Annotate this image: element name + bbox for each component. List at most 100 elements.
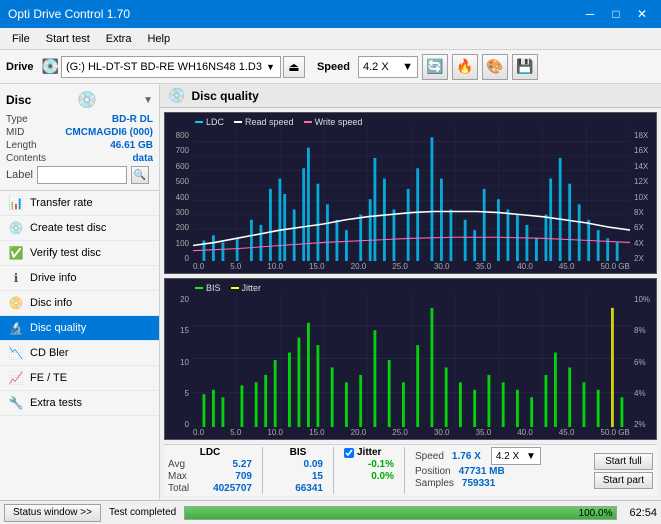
chart1-y-labels-left: 800 700 600 500 400 300 200 100 0: [167, 131, 189, 263]
bis-header: BIS: [273, 447, 323, 458]
samples-row: Samples 759331: [415, 478, 586, 489]
minimize-button[interactable]: ─: [579, 5, 601, 23]
chart1-y-labels-right: 18X 16X 14X 12X 10X 8X 6X 4X 2X: [634, 131, 654, 263]
start-part-button[interactable]: Start part: [594, 472, 653, 489]
sidebar-item-create-test-disc[interactable]: 💿 Create test disc: [0, 216, 159, 241]
ldc-total-value: 4025707: [202, 483, 252, 494]
chart2-y-labels-right: 10% 8% 6% 4% 2%: [634, 295, 654, 429]
main-layout: Disc 💿 ▼ Type BD-R DL MID CMCMAGDI6 (000…: [0, 84, 661, 500]
legend-write-speed: Write speed: [304, 117, 363, 127]
ldc-legend-dot: [195, 121, 203, 123]
ldc-max-row: Max 709: [168, 471, 252, 482]
jitter-checkbox[interactable]: [344, 448, 354, 458]
disc-mid-row: MID CMCMAGDI6 (000): [6, 127, 153, 138]
sidebar: Disc 💿 ▼ Type BD-R DL MID CMCMAGDI6 (000…: [0, 84, 160, 500]
menu-bar: File Start test Extra Help: [0, 28, 661, 50]
jitter-max-value: 0.0%: [344, 471, 394, 482]
drive-label: Drive: [6, 61, 34, 73]
label-input[interactable]: [37, 166, 127, 184]
sidebar-item-drive-info[interactable]: ℹ Drive info: [0, 266, 159, 291]
speed-dropdown-arrow: ▼: [402, 61, 413, 73]
drive-select[interactable]: (G:) HL-DT-ST BD-RE WH16NS48 1.D3 ▼: [61, 56, 281, 78]
speed-select-value: 4.2 X: [496, 451, 519, 462]
type-label: Type: [6, 114, 28, 125]
maximize-button[interactable]: □: [605, 5, 627, 23]
bis-total-row: 66341: [273, 483, 323, 494]
menu-file[interactable]: File: [4, 31, 38, 47]
disc-quality-icon: 🔬: [8, 321, 24, 335]
sidebar-item-extra-tests[interactable]: 🔧 Extra tests: [0, 391, 159, 416]
ldc-avg-row: Avg 5.27: [168, 459, 252, 470]
sidebar-label-cd-bler: CD Bler: [30, 347, 69, 359]
mid-label: MID: [6, 127, 24, 138]
sidebar-item-fe-te[interactable]: 📈 FE / TE: [0, 366, 159, 391]
title-bar: Opti Drive Control 1.70 ─ □ ✕: [0, 0, 661, 28]
ldc-stats: LDC Avg 5.27 Max 709 Total 4025707: [168, 447, 252, 494]
progress-bar: 100.0%: [184, 506, 617, 520]
sidebar-label-drive-info: Drive info: [30, 272, 76, 284]
content-area: 💿 Disc quality LDC Read speed: [160, 84, 661, 500]
chart1-legend: LDC Read speed Write speed: [195, 117, 362, 127]
start-full-button[interactable]: Start full: [594, 453, 653, 470]
jitter-header: Jitter: [357, 447, 381, 458]
sidebar-label-disc-info: Disc info: [30, 297, 72, 309]
menu-extra[interactable]: Extra: [98, 31, 140, 47]
chart1-svg: [193, 127, 630, 261]
sidebar-item-disc-info[interactable]: 📀 Disc info: [0, 291, 159, 316]
speed-select[interactable]: 4.2 X ▼: [358, 56, 418, 78]
contents-value: data: [132, 153, 153, 164]
bis-max-row: 15: [273, 471, 323, 482]
sidebar-item-cd-bler[interactable]: 📉 CD Bler: [0, 341, 159, 366]
menu-help[interactable]: Help: [139, 31, 178, 47]
jitter-avg-value: -0.1%: [344, 459, 394, 470]
jitter-legend-dot: [231, 287, 239, 289]
speed-select-arrow: ▼: [526, 451, 536, 462]
jitter-stats: Jitter -0.1% 0.0%: [344, 447, 394, 494]
sidebar-item-disc-quality[interactable]: 🔬 Disc quality: [0, 316, 159, 341]
disc-quality-title: Disc quality: [191, 89, 258, 103]
write-speed-legend-dot: [304, 121, 312, 123]
menu-start-test[interactable]: Start test: [38, 31, 98, 47]
sidebar-item-verify-test-disc[interactable]: ✅ Verify test disc: [0, 241, 159, 266]
ldc-avg-value: 5.27: [202, 459, 252, 470]
transfer-rate-icon: 📊: [8, 196, 24, 210]
speed-stat-select[interactable]: 4.2 X ▼: [491, 447, 541, 465]
save-button[interactable]: 💾: [512, 54, 538, 80]
action-buttons: Start full Start part: [594, 447, 653, 494]
label-search-button[interactable]: 🔍: [131, 166, 149, 184]
burn-button[interactable]: 🔥: [452, 54, 478, 80]
eject-button[interactable]: ⏏: [283, 56, 305, 78]
cd-bler-icon: 📉: [8, 346, 24, 360]
refresh-button[interactable]: 🔄: [422, 54, 448, 80]
disc-header: Disc 💿 ▼: [6, 90, 153, 110]
ldc-max-value: 709: [202, 471, 252, 482]
sidebar-label-transfer-rate: Transfer rate: [30, 197, 93, 209]
extra-tests-icon: 🔧: [8, 396, 24, 410]
jitter-max-row: 0.0%: [344, 471, 394, 482]
close-button[interactable]: ✕: [631, 5, 653, 23]
settings-button[interactable]: 🎨: [482, 54, 508, 80]
jitter-avg-row: -0.1%: [344, 459, 394, 470]
legend-ldc: LDC: [195, 117, 224, 127]
read-speed-legend-text: Read speed: [245, 117, 294, 127]
disc-icon: 💿: [77, 90, 97, 110]
sidebar-label-extra-tests: Extra tests: [30, 397, 82, 409]
create-test-disc-icon: 💿: [8, 221, 24, 235]
length-label: Length: [6, 140, 37, 151]
drive-dropdown-arrow: ▼: [266, 62, 275, 72]
status-window-button[interactable]: Status window >>: [4, 504, 101, 522]
samples-label: Samples: [415, 478, 454, 489]
app-title: Opti Drive Control 1.70: [8, 7, 130, 21]
sidebar-label-disc-quality: Disc quality: [30, 322, 86, 334]
sidebar-item-transfer-rate[interactable]: 📊 Transfer rate: [0, 191, 159, 216]
speed-label: Speed: [317, 61, 350, 73]
ldc-legend-text: LDC: [206, 117, 224, 127]
bis-max-value: 15: [273, 471, 323, 482]
label-row: Label 🔍: [6, 166, 153, 184]
position-value: 47731 MB: [459, 466, 505, 477]
stats-divider-3: [404, 447, 405, 494]
bis-avg-value: 0.09: [273, 459, 323, 470]
progress-fill: [185, 507, 616, 519]
chart2-x-labels: 0.0 5.0 10.0 15.0 20.0 25.0 30.0 35.0 40…: [193, 428, 630, 437]
bis-stats: BIS 0.09 15 66341: [273, 447, 323, 494]
